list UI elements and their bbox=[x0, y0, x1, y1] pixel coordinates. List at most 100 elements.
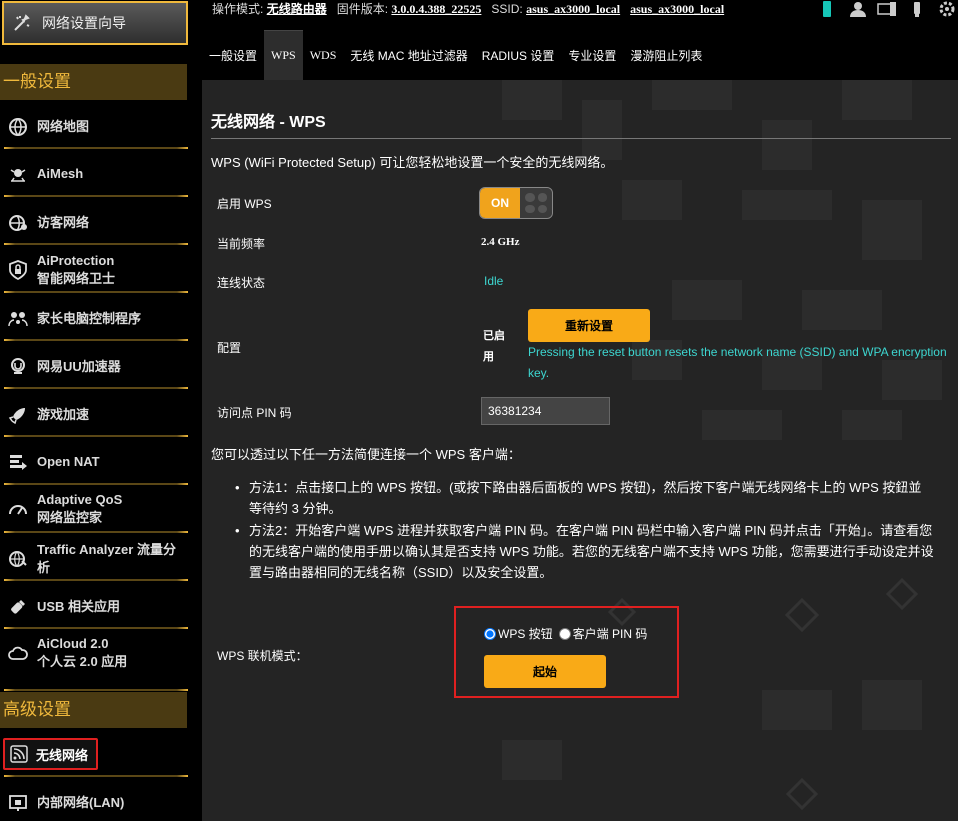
reset-hint-line2: key. bbox=[528, 366, 550, 380]
divider bbox=[4, 483, 188, 485]
method-list: 方法1：点击接口上的 WPS 按钮。(或按下路由器后面板的 WPS 按钮)，然后… bbox=[235, 477, 939, 584]
configuration-value: 已启用 bbox=[483, 326, 505, 368]
sidebar-item-label: Traffic Analyzer 流量分析 bbox=[37, 542, 176, 575]
tab-radius[interactable]: RADIUS 设置 bbox=[475, 30, 562, 80]
aimesh-icon bbox=[10, 169, 26, 182]
gear-icon[interactable] bbox=[936, 0, 958, 18]
wireless-icon bbox=[10, 745, 28, 763]
sidebar-item-text: Adaptive QoS 网络监控家 bbox=[37, 491, 122, 527]
tab-general[interactable]: 一般设置 bbox=[202, 30, 264, 80]
sidebar-item-adaptive-qos[interactable]: Adaptive QoS 网络监控家 bbox=[0, 491, 188, 527]
radio-wps-button-option[interactable]: WPS 按钮 bbox=[484, 625, 553, 642]
sidebar-item-network-map[interactable]: 网络地图 bbox=[0, 116, 188, 138]
wps-enable-toggle[interactable]: ON bbox=[479, 187, 553, 219]
divider bbox=[4, 627, 188, 629]
sidebar-item-wireless[interactable]: 无线网络 bbox=[3, 738, 98, 770]
divider bbox=[4, 579, 188, 581]
connect-intro: 您可以透过以下任一方法简便连接一个 WPS 客户端： bbox=[211, 447, 521, 462]
tab-mac-filter[interactable]: 无线 MAC 地址过滤器 bbox=[343, 30, 474, 80]
configuration-value-line1: 已启 bbox=[483, 330, 505, 342]
sidebar-item-sublabel: 网络监控家 bbox=[37, 510, 103, 525]
tab-professional[interactable]: 专业设置 bbox=[561, 30, 623, 80]
section-advanced-header: 高级设置 bbox=[0, 692, 187, 728]
ap-pin-label: 访问点 PIN 码 bbox=[217, 406, 292, 420]
speedometer-icon bbox=[9, 505, 27, 515]
method-2-line2: 的无线客户端的使用手册以确认其是否支持 WPS 功能。若您的无线客户端不支持 W… bbox=[249, 544, 934, 559]
firmware-version-link[interactable]: 3.0.0.4.388_22525 bbox=[391, 2, 481, 16]
sidebar-item-parental-control[interactable]: 家长电脑控制程序 bbox=[0, 308, 188, 330]
sidebar-item-label: 游戏加速 bbox=[37, 407, 90, 422]
sidebar-item-label: USB 相关应用 bbox=[37, 599, 121, 614]
ssid-label: SSID: bbox=[491, 2, 523, 16]
method-2-line3: 置与路由器相同的无线名称（SSID）以及安全设置。 bbox=[249, 565, 553, 580]
sidebar-item-aicloud[interactable]: AiCloud 2.0 个人云 2.0 应用 bbox=[0, 635, 188, 671]
lan-icon bbox=[9, 795, 27, 811]
reset-hint: Pressing the reset button resets the net… bbox=[528, 342, 953, 384]
toggle-knob bbox=[520, 188, 552, 218]
divider bbox=[4, 147, 188, 149]
clients-icon[interactable] bbox=[846, 0, 868, 18]
toggle-on-label: ON bbox=[480, 188, 520, 218]
sidebar-item-uu-accelerator[interactable]: 网易UU加速器 bbox=[0, 356, 188, 378]
tab-wps[interactable]: WPS bbox=[264, 30, 303, 80]
start-button[interactable]: 起始 bbox=[484, 655, 606, 688]
divider bbox=[4, 435, 188, 437]
divider bbox=[4, 531, 188, 533]
method-1-line1: 方法1：点击接口上的 WPS 按钮。(或按下路由器后面板的 WPS 按钮)，然后… bbox=[249, 480, 922, 495]
section-general-header: 一般设置 bbox=[0, 64, 187, 100]
reset-hint-line1: Pressing the reset button resets the net… bbox=[528, 345, 947, 359]
radio-wps-button[interactable] bbox=[484, 627, 496, 640]
ssid-link-1[interactable]: asus_ax3000_local bbox=[526, 2, 620, 16]
family-icon bbox=[8, 312, 28, 327]
uu-accelerator-icon bbox=[11, 358, 25, 374]
sidebar-item-aimesh[interactable]: AiMesh bbox=[0, 163, 188, 185]
main-content: 无线网络 - WPS WPS (WiFi Protected Setup) 可让… bbox=[202, 80, 958, 821]
tab-roaming-block[interactable]: 漫游阻止列表 bbox=[623, 30, 709, 80]
title-divider bbox=[211, 138, 951, 139]
sidebar-item-lan[interactable]: 内部网络(LAN) bbox=[0, 792, 188, 814]
radio-client-pin[interactable] bbox=[558, 627, 571, 640]
firmware-label: 固件版本: bbox=[336, 2, 389, 16]
battery-status-icon[interactable] bbox=[816, 0, 838, 18]
sidebar-item-game-boost[interactable]: 游戏加速 bbox=[0, 404, 188, 426]
tab-wds[interactable]: WDS bbox=[303, 30, 344, 80]
method-1: 方法1：点击接口上的 WPS 按钮。(或按下路由器后面板的 WPS 按钮)，然后… bbox=[235, 477, 939, 519]
sidebar-item-label: 网络地图 bbox=[37, 119, 90, 134]
radio-client-pin-option[interactable]: 客户端 PIN 码 bbox=[558, 625, 647, 642]
divider bbox=[4, 387, 188, 389]
sidebar-item-traffic-analyzer[interactable]: Traffic Analyzer 流量分析 bbox=[0, 542, 188, 575]
sidebar-item-guest-network[interactable]: 访客网络 bbox=[0, 212, 188, 234]
divider bbox=[4, 339, 188, 341]
guest-network-icon bbox=[9, 215, 27, 231]
sidebar-item-label: 网易UU加速器 bbox=[37, 359, 121, 374]
sidebar-item-sublabel: 智能网络卫士 bbox=[37, 271, 116, 286]
sidebar-item-sublabel: 个人云 2.0 应用 bbox=[37, 654, 128, 669]
sidebar-item-open-nat[interactable]: Open NAT bbox=[0, 451, 188, 473]
network-devices-icon[interactable] bbox=[876, 0, 898, 18]
traffic-analyzer-icon bbox=[9, 551, 27, 567]
sidebar-item-aiprotection[interactable]: AiProtection 智能网络卫士 bbox=[0, 252, 188, 288]
sidebar-item-text: AiCloud 2.0 个人云 2.0 应用 bbox=[37, 635, 127, 671]
frequency-label: 当前频率 bbox=[217, 237, 266, 251]
ap-pin-field[interactable] bbox=[481, 397, 610, 425]
connection-status-label: 连线状态 bbox=[217, 276, 266, 290]
ssid-link-2[interactable]: asus_ax3000_local bbox=[630, 2, 724, 16]
page-description: WPS (WiFi Protected Setup) 可让您轻松地设置一个安全的… bbox=[211, 155, 614, 170]
divider bbox=[4, 689, 188, 691]
network-setup-wizard-button[interactable]: 网络设置向导 bbox=[2, 1, 188, 45]
globe-icon bbox=[9, 118, 27, 136]
page-title: 无线网络 - WPS bbox=[211, 114, 326, 131]
wizard-label: 网络设置向导 bbox=[42, 15, 126, 31]
reset-button[interactable]: 重新设置 bbox=[528, 309, 650, 342]
sidebar-item-label: Adaptive QoS bbox=[37, 492, 123, 507]
open-nat-icon bbox=[10, 455, 27, 470]
operation-mode-link[interactable]: 无线路由器 bbox=[267, 2, 327, 16]
sidebar-item-usb-apps[interactable]: USB 相关应用 bbox=[0, 596, 188, 618]
connection-status-value: Idle bbox=[484, 274, 504, 288]
frequency-value: 2.4 GHz bbox=[481, 236, 520, 248]
configuration-label: 配置 bbox=[217, 341, 242, 355]
wps-mode-radio-group: WPS 按钮 客户端 PIN 码 bbox=[484, 625, 653, 642]
status-icons bbox=[816, 0, 958, 18]
usb-status-icon[interactable] bbox=[906, 0, 928, 18]
sidebar-item-text: AiProtection 智能网络卫士 bbox=[37, 252, 115, 288]
